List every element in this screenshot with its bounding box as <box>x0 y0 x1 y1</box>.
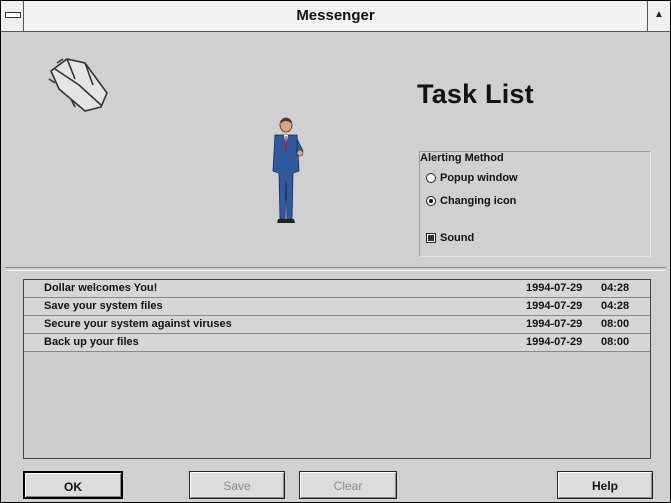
task-time: 08:00 <box>601 336 630 348</box>
task-text: Secure your system against viruses <box>44 318 232 330</box>
task-date: 1994-07-29 <box>526 336 583 348</box>
maximize-button[interactable]: ▲ <box>647 1 670 31</box>
title-bar: Messenger ▲ <box>1 1 670 32</box>
task-list[interactable]: Dollar welcomes You! 1994-07-29 04:28 Sa… <box>23 279 651 459</box>
task-time: 04:28 <box>601 282 630 294</box>
ok-button[interactable]: OK <box>23 471 123 499</box>
divider <box>5 267 666 271</box>
radio-icon <box>426 173 436 183</box>
popup-window-label: Popup window <box>440 172 518 184</box>
task-date: 1994-07-29 <box>526 300 583 312</box>
task-date: 1994-07-29 <box>526 318 583 330</box>
task-text: Save your system files <box>44 300 163 312</box>
envelope-logo-icon <box>48 58 108 112</box>
task-row[interactable]: Secure your system against viruses 1994-… <box>24 316 650 334</box>
sound-checkbox[interactable]: Sound <box>426 232 474 244</box>
businessman-figure-icon <box>272 117 304 223</box>
task-row[interactable]: Dollar welcomes You! 1994-07-29 04:28 <box>24 280 650 298</box>
task-text: Back up your files <box>44 336 139 348</box>
changing-icon-label: Changing icon <box>440 195 517 207</box>
radio-selected-icon <box>426 196 436 206</box>
task-text: Dollar welcomes You! <box>44 282 158 294</box>
maximize-icon: ▲ <box>654 9 664 20</box>
task-date: 1994-07-29 <box>526 282 583 294</box>
popup-window-radio[interactable]: Popup window <box>426 172 518 184</box>
task-row[interactable]: Back up your files 1994-07-29 08:00 <box>24 334 650 352</box>
messenger-window: Messenger ▲ Task List Alerting Method Po… <box>0 0 671 503</box>
task-row[interactable]: Save your system files 1994-07-29 04:28 <box>24 298 650 316</box>
save-button[interactable]: Save <box>189 471 285 499</box>
task-time: 04:28 <box>601 300 630 312</box>
system-menu-icon <box>5 12 21 18</box>
sound-label: Sound <box>440 232 475 244</box>
page-title: Task List <box>417 79 534 109</box>
changing-icon-radio[interactable]: Changing icon <box>426 195 516 207</box>
task-time: 08:00 <box>601 318 630 330</box>
alerting-method-label: Alerting Method <box>420 152 506 164</box>
system-menu-button[interactable] <box>1 1 24 31</box>
help-button[interactable]: Help <box>557 471 653 499</box>
clear-button[interactable]: Clear <box>299 471 397 499</box>
window-title: Messenger <box>296 7 375 24</box>
alerting-method-group: Alerting Method Popup window Changing ic… <box>419 151 651 257</box>
checkbox-checked-icon <box>426 233 436 243</box>
